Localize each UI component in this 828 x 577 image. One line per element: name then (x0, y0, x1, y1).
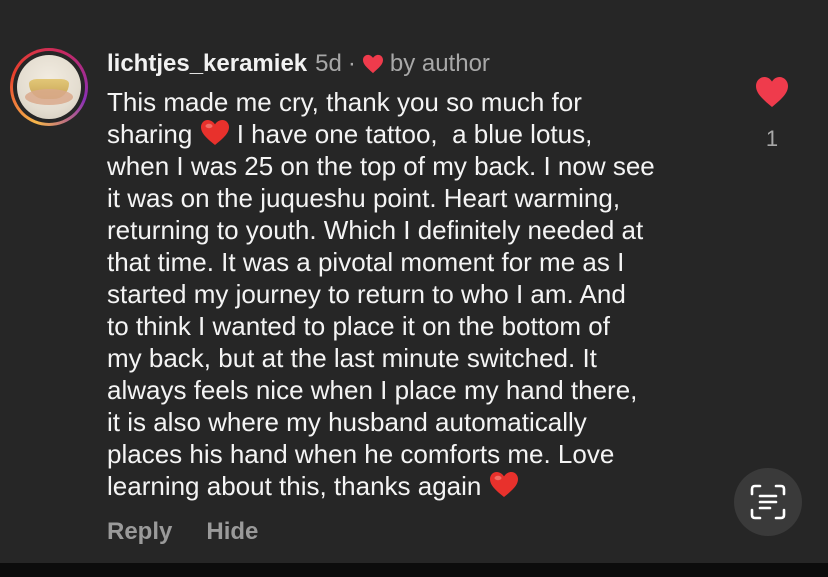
comment-line: always feels nice when I place my hand t… (107, 375, 638, 405)
hide-button[interactable]: Hide (206, 518, 258, 546)
comment-text: This made me cry, thank you so much for … (107, 86, 737, 502)
comment-line: started my journey to return to who I am… (107, 279, 626, 309)
liked-by-author-label: by author (389, 50, 490, 77)
comment-line-part: sharing (107, 119, 200, 149)
avatar-story-ring-gap (13, 51, 85, 123)
scan-text-button[interactable] (734, 468, 802, 536)
comment-line: it was on the juqueshu point. Heart warm… (107, 183, 621, 213)
comment-line: to think I wanted to place it on the bot… (107, 311, 610, 341)
username-link[interactable]: lichtjes_keramiek (107, 50, 307, 78)
comment-line: it is also where my husband automaticall… (107, 407, 587, 437)
comment-line: when I was 25 on the top of my back. I n… (107, 151, 655, 181)
comment-line: returning to youth. Which I definitely n… (107, 215, 644, 245)
comment-screen: lichtjes_keramiek 5d · by author This ma… (0, 0, 828, 577)
red-heart-emoji-icon (200, 120, 229, 145)
avatar[interactable] (10, 48, 88, 126)
scan-text-icon (750, 484, 786, 520)
comment-line: sharing I have one tattoo, a blue lotus, (107, 118, 737, 150)
comment-line: my back, but at the last minute switched… (107, 343, 597, 373)
bottom-bar (0, 563, 828, 577)
liked-by-author-heart-icon (362, 54, 383, 74)
comment-line-part: I have one tattoo, a blue lotus, (229, 119, 593, 149)
comment-actions: Reply Hide (107, 518, 258, 546)
red-heart-emoji-icon (489, 472, 518, 497)
comment-line: learning about this, thanks again (107, 470, 737, 502)
comment-time: 5d (315, 50, 342, 77)
comment-header: lichtjes_keramiek 5d · by author (107, 48, 490, 80)
comment-line: that time. It was a pivotal moment for m… (107, 247, 625, 277)
comment-line: places his hand when he comforts me. Lov… (107, 439, 615, 469)
separator-dot: · (347, 50, 356, 77)
like-count: 1 (765, 126, 779, 151)
avatar-image (17, 55, 81, 119)
reply-button[interactable]: Reply (107, 518, 172, 546)
comment-line: This made me cry, thank you so much for (107, 87, 582, 117)
hand-image (25, 89, 73, 105)
comment-line-part: learning about this, thanks again (107, 471, 489, 501)
like-heart-icon[interactable] (755, 76, 789, 108)
